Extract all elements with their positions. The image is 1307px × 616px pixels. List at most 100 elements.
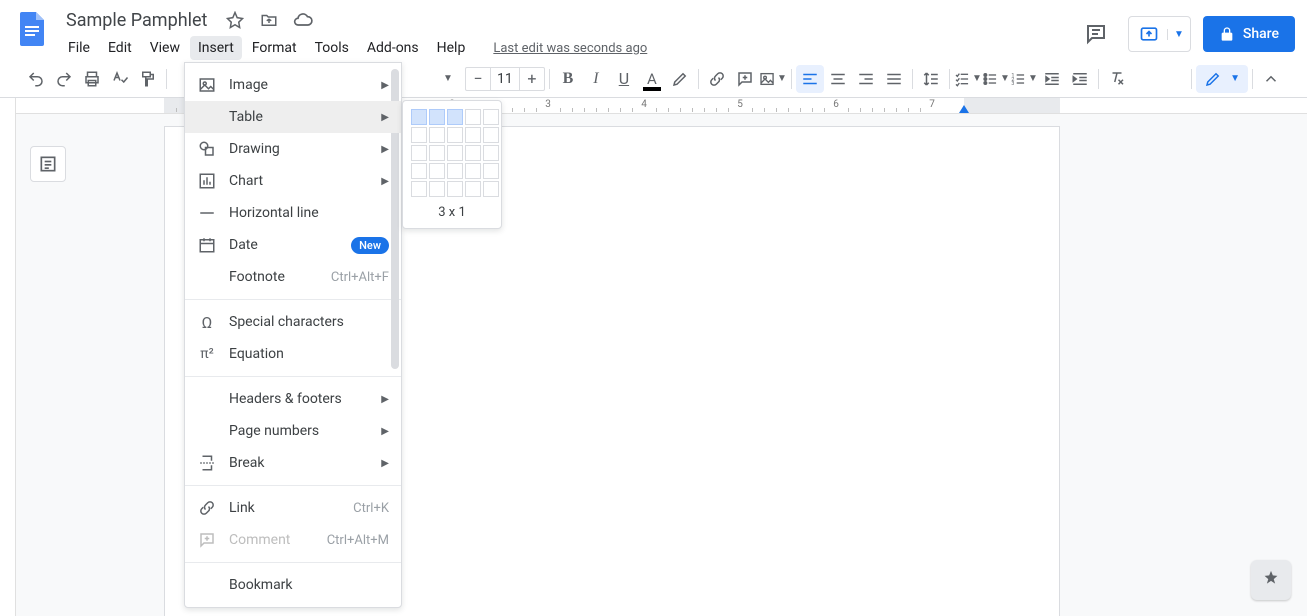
table-grid-cell[interactable] (411, 145, 427, 161)
menu-insert[interactable]: Insert (190, 36, 242, 60)
paint-format-button[interactable] (134, 65, 162, 93)
present-dropdown-caret[interactable]: ▼ (1167, 29, 1184, 40)
menuitem-headers-footers[interactable]: • Headers & footers ▶ (185, 383, 401, 415)
align-left-button[interactable] (796, 65, 824, 93)
menuitem-table[interactable]: • Table ▶ (185, 101, 401, 133)
chart-icon (197, 171, 217, 191)
shortcut-label: Ctrl+Alt+F (331, 270, 389, 285)
table-grid-cell[interactable] (429, 127, 445, 143)
menuitem-image[interactable]: Image ▶ (185, 69, 401, 101)
highlight-color-button[interactable] (666, 65, 694, 93)
table-grid-cell[interactable] (447, 145, 463, 161)
collapse-toolbar-button[interactable] (1257, 65, 1285, 93)
font-size-input[interactable] (490, 68, 520, 90)
menuitem-bookmark[interactable]: • Bookmark (185, 569, 401, 601)
italic-button[interactable]: I (582, 65, 610, 93)
ruler-number: 7 (929, 99, 935, 110)
align-center-button[interactable] (824, 65, 852, 93)
checklist-button[interactable]: ▼ (954, 65, 982, 93)
table-grid-cell[interactable] (465, 145, 481, 161)
line-spacing-button[interactable] (917, 65, 945, 93)
table-grid-cell[interactable] (465, 127, 481, 143)
menu-view[interactable]: View (142, 36, 188, 60)
comments-history-icon[interactable] (1076, 14, 1116, 54)
table-grid-cell[interactable] (429, 163, 445, 179)
submenu-caret-icon: ▶ (381, 426, 389, 437)
table-size-submenu: 3 x 1 (402, 100, 502, 229)
menu-help[interactable]: Help (429, 36, 474, 60)
move-icon[interactable] (259, 10, 279, 30)
document-title[interactable]: Sample Pamphlet (60, 8, 213, 33)
menuitem-equation[interactable]: π² Equation (185, 338, 401, 370)
menuitem-link[interactable]: Link Ctrl+K (185, 492, 401, 524)
numbered-list-button[interactable]: 123▼ (1010, 65, 1038, 93)
bold-button[interactable]: B (554, 65, 582, 93)
menuitem-date[interactable]: Date New (185, 229, 401, 261)
menuitem-special-characters[interactable]: Ω Special characters (185, 306, 401, 338)
table-grid-cell[interactable] (465, 181, 481, 197)
add-comment-button[interactable] (731, 65, 759, 93)
explore-button[interactable] (1251, 560, 1291, 600)
app-header: Sample Pamphlet File Edit View Insert Fo… (0, 0, 1307, 60)
table-grid-cell[interactable] (447, 181, 463, 197)
menu-edit[interactable]: Edit (100, 36, 140, 60)
cloud-status-icon[interactable] (293, 10, 313, 30)
menu-addons[interactable]: Add-ons (359, 36, 427, 60)
docs-logo[interactable] (12, 8, 52, 48)
link-icon (197, 498, 217, 518)
insert-link-button[interactable] (703, 65, 731, 93)
decrease-indent-button[interactable] (1038, 65, 1066, 93)
star-icon[interactable] (225, 10, 245, 30)
underline-button[interactable]: U (610, 65, 638, 93)
align-justify-button[interactable] (880, 65, 908, 93)
undo-button[interactable] (22, 65, 50, 93)
print-button[interactable] (78, 65, 106, 93)
table-grid-cell[interactable] (429, 145, 445, 161)
table-grid-cell[interactable] (483, 163, 499, 179)
text-color-button[interactable]: A (638, 65, 666, 93)
table-grid-cell[interactable] (411, 109, 427, 125)
share-button[interactable]: Share (1203, 16, 1295, 52)
comment-icon (197, 530, 217, 550)
menuitem-drawing[interactable]: Drawing ▶ (185, 133, 401, 165)
table-grid-cell[interactable] (483, 109, 499, 125)
menuitem-footnote[interactable]: • Footnote Ctrl+Alt+F (185, 261, 401, 293)
table-grid-cell[interactable] (465, 109, 481, 125)
table-size-grid[interactable] (411, 109, 493, 197)
table-grid-cell[interactable] (483, 127, 499, 143)
insert-image-button[interactable]: ▼ (759, 65, 787, 93)
menuitem-break[interactable]: Break ▶ (185, 447, 401, 479)
table-grid-cell[interactable] (411, 181, 427, 197)
spellcheck-button[interactable] (106, 65, 134, 93)
table-grid-cell[interactable] (411, 127, 427, 143)
table-grid-cell[interactable] (429, 109, 445, 125)
table-grid-cell[interactable] (465, 163, 481, 179)
menuitem-page-numbers[interactable]: • Page numbers ▶ (185, 415, 401, 447)
last-edit-link[interactable]: Last edit was seconds ago (493, 41, 647, 56)
table-grid-cell[interactable] (483, 181, 499, 197)
redo-button[interactable] (50, 65, 78, 93)
table-grid-cell[interactable] (447, 127, 463, 143)
font-size-control: − + (465, 67, 545, 91)
font-size-decrease[interactable]: − (466, 69, 490, 88)
increase-indent-button[interactable] (1066, 65, 1094, 93)
table-grid-cell[interactable] (411, 163, 427, 179)
table-grid-cell[interactable] (429, 181, 445, 197)
table-grid-cell[interactable] (483, 145, 499, 161)
menuitem-chart[interactable]: Chart ▶ (185, 165, 401, 197)
clear-formatting-button[interactable] (1103, 65, 1131, 93)
styles-dropdown-caret[interactable]: ▼ (443, 73, 453, 84)
present-button[interactable]: ▼ (1128, 16, 1191, 52)
menu-tools[interactable]: Tools (307, 36, 357, 60)
ruler-number: 6 (833, 99, 839, 110)
font-size-increase[interactable]: + (520, 69, 544, 88)
menuitem-horizontal-line[interactable]: Horizontal line (185, 197, 401, 229)
menu-format[interactable]: Format (244, 36, 305, 60)
align-right-button[interactable] (852, 65, 880, 93)
svg-text:3: 3 (1011, 81, 1014, 87)
bulleted-list-button[interactable]: ▼ (982, 65, 1010, 93)
menu-file[interactable]: File (60, 36, 98, 60)
editing-mode-button[interactable]: ▼ (1196, 65, 1248, 93)
table-grid-cell[interactable] (447, 109, 463, 125)
table-grid-cell[interactable] (447, 163, 463, 179)
